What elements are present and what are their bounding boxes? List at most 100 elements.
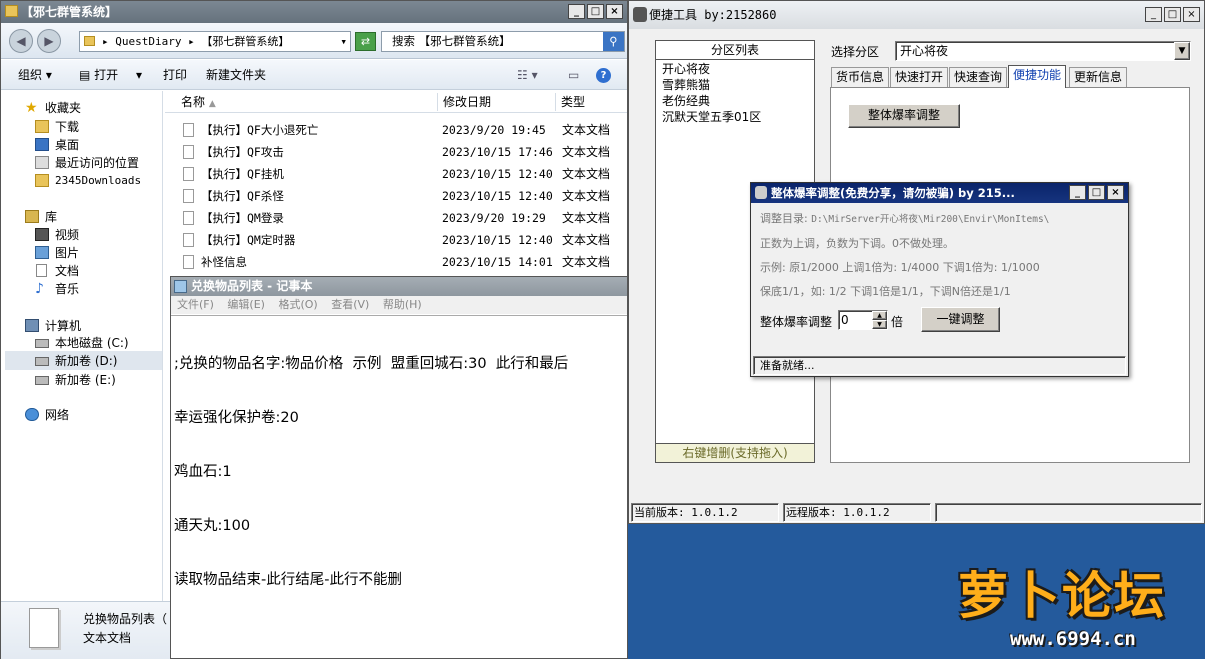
partition-item[interactable]: 老伤经典 [662, 93, 808, 109]
tool-title: 便捷工具 by:2152860 [649, 8, 777, 22]
breadcrumb-sep-icon: ▸ [188, 35, 202, 48]
file-type: 文本文档 [562, 123, 611, 137]
view-options-icon[interactable]: ☷ ▾ [517, 60, 538, 90]
menu-help[interactable]: 帮助(H) [383, 298, 422, 311]
organize-button[interactable]: 组织 ▾ [18, 60, 52, 90]
nav-recent[interactable]: 最近访问的位置 [35, 154, 139, 172]
maximize-button[interactable]: □ [1088, 185, 1105, 200]
nav-pictures[interactable]: 图片 [35, 244, 79, 262]
partition-item[interactable]: 雪葬熊猫 [662, 77, 808, 93]
nav-computer[interactable]: 计算机 [25, 317, 81, 335]
minimize-button[interactable]: _ [1145, 7, 1162, 22]
open-button[interactable]: ▤ 打开 ▾ [79, 60, 142, 90]
dialog-body: 调整目录: D:\MirServer开心将夜\Mir200\Envir\MonI… [751, 203, 1128, 353]
spin-up-button[interactable]: ▲ [872, 311, 887, 320]
nav-library[interactable]: 库 [25, 208, 57, 226]
nav-2345downloads[interactable]: 2345Downloads [35, 172, 141, 190]
dir-label: 调整目录: [760, 212, 808, 225]
notepad-icon [174, 280, 187, 293]
search-placeholder: 搜索 【邪七群管系统】 [392, 34, 511, 48]
nav-network[interactable]: 网络 [25, 406, 69, 424]
menu-view[interactable]: 查看(V) [331, 298, 369, 311]
preview-pane-icon[interactable]: ▭ [568, 60, 579, 90]
file-row[interactable]: 【执行】QM定时器 2023/10/15 12:40 文本文档 [165, 229, 627, 251]
apply-button[interactable]: 一键调整 [921, 307, 1000, 332]
file-name: 【执行】QM定时器 [201, 233, 296, 247]
nav-videos[interactable]: 视频 [35, 226, 79, 244]
close-button[interactable]: × [606, 4, 623, 19]
forward-button[interactable]: ▶ [37, 29, 61, 53]
notepad-text-area[interactable]: ;兑换的物品名字:物品价格 示例 盟重回城石:30 此行和最后 幸运强化保护卷:… [171, 315, 627, 658]
close-button[interactable]: × [1183, 7, 1200, 22]
nav-drive-e[interactable]: 新加卷 (E:) [35, 371, 116, 389]
music-icon: ♪ [35, 281, 44, 297]
file-row[interactable]: 【执行】QF挂机 2023/10/15 12:40 文本文档 [165, 163, 627, 185]
close-button[interactable]: × [1107, 185, 1124, 200]
spin-down-button[interactable]: ▼ [872, 320, 887, 329]
text-file-icon [183, 255, 194, 269]
maximize-button[interactable]: □ [1164, 7, 1181, 22]
new-folder-button[interactable]: 新建文件夹 [206, 60, 266, 90]
nav-drive-c[interactable]: 本地磁盘 (C:) [35, 334, 129, 352]
current-version: 当前版本: 1.0.1.2 [631, 503, 779, 522]
file-type: 文本文档 [562, 167, 611, 181]
file-row[interactable]: 【执行】QF攻击 2023/10/15 17:46 文本文档 [165, 141, 627, 163]
file-date: 2023/10/15 12:40 [442, 189, 553, 203]
dialog-titlebar[interactable]: 整体爆率调整(免费分享，请勿被骗) by 215... _ □ × [751, 183, 1128, 203]
file-row[interactable]: 【执行】QF大小退死亡 2023/9/20 19:45 文本文档 [165, 119, 627, 141]
menu-file[interactable]: 文件(F) [177, 298, 214, 311]
file-row[interactable]: 补怪信息 2023/10/15 14:01 文本文档 [165, 251, 627, 273]
column-divider[interactable] [437, 93, 438, 111]
notepad-titlebar[interactable]: 兑换物品列表 - 记事本 [171, 277, 627, 296]
nav-music[interactable]: ♪ 音乐 [35, 280, 79, 298]
back-button[interactable]: ◀ [9, 29, 33, 53]
drive-icon [35, 357, 49, 366]
column-date[interactable]: 修改日期 [443, 91, 491, 113]
rate-stepper[interactable]: 0 ▲ ▼ [838, 310, 888, 330]
partition-item[interactable]: 沉默天堂五季01区 [662, 109, 808, 125]
column-name[interactable]: 名称 ▲ [181, 91, 216, 115]
refresh-button[interactable]: ⇄ [355, 32, 376, 51]
search-input[interactable]: 搜索 【邪七群管系统】 ⚲ [381, 31, 625, 52]
tab-currency-info[interactable]: 货币信息 [831, 67, 890, 87]
tab-convenience[interactable]: 便捷功能 [1008, 65, 1067, 88]
search-icon[interactable]: ⚲ [603, 32, 624, 51]
open-icon: ▤ [79, 68, 95, 82]
partition-select[interactable]: 开心将夜 ▼ [895, 41, 1191, 61]
file-row[interactable]: 【执行】QM登录 2023/9/20 19:29 文本文档 [165, 207, 627, 229]
nav-documents[interactable]: 文档 [35, 262, 79, 280]
chevron-down-icon[interactable]: ▾ [340, 32, 347, 51]
file-date: 2023/10/15 12:40 [442, 233, 553, 247]
partition-item[interactable]: 开心将夜 [662, 61, 808, 77]
nav-downloads[interactable]: 下载 [35, 118, 79, 136]
document-icon [36, 264, 47, 277]
tab-quick-query[interactable]: 快速查询 [949, 67, 1008, 87]
tool-titlebar[interactable]: 便捷工具 by:2152860 _ □ × [629, 1, 1204, 29]
navigation-pane: ★ 收藏夹 下载 桌面 最近访问的位置 2345Downloads 库 视频 图片… [1, 91, 163, 601]
menu-edit[interactable]: 编辑(E) [227, 298, 265, 311]
nav-favorites[interactable]: ★ 收藏夹 [25, 99, 81, 117]
rate-value[interactable]: 0 [841, 313, 849, 327]
breadcrumb-current[interactable]: 【邪七群管系统】 [201, 35, 289, 48]
tab-update-info[interactable]: 更新信息 [1069, 67, 1128, 87]
help-icon[interactable]: ? [596, 68, 611, 83]
print-button[interactable]: 打印 [163, 60, 187, 90]
dir-line: 调整目录: D:\MirServer开心将夜\Mir200\Envir\MonI… [760, 210, 1049, 226]
minimize-button[interactable]: _ [1069, 185, 1086, 200]
partition-list-footer[interactable]: 右键增删(支持拖入) [656, 443, 814, 462]
nav-desktop[interactable]: 桌面 [35, 136, 79, 154]
column-type[interactable]: 类型 [561, 91, 585, 113]
breadcrumb-questdiary[interactable]: QuestDiary [115, 35, 181, 48]
chevron-down-icon[interactable]: ▼ [1174, 42, 1190, 60]
menu-format[interactable]: 格式(O) [278, 298, 317, 311]
minimize-button[interactable]: _ [568, 4, 585, 19]
tab-quick-open[interactable]: 快速打开 [890, 67, 949, 87]
maximize-button[interactable]: □ [587, 4, 604, 19]
address-bar[interactable]: ▸ QuestDiary ▸ 【邪七群管系统】 ▾ [79, 31, 351, 52]
download-folder-icon [35, 120, 49, 133]
overall-drop-rate-button[interactable]: 整体爆率调整 [848, 104, 960, 128]
file-row[interactable]: 【执行】QF杀怪 2023/10/15 12:40 文本文档 [165, 185, 627, 207]
column-divider[interactable] [555, 93, 556, 111]
explorer-titlebar[interactable]: 【邪七群管系统】 _ □ × [1, 1, 627, 23]
nav-drive-d[interactable]: 新加卷 (D:) [35, 352, 117, 370]
